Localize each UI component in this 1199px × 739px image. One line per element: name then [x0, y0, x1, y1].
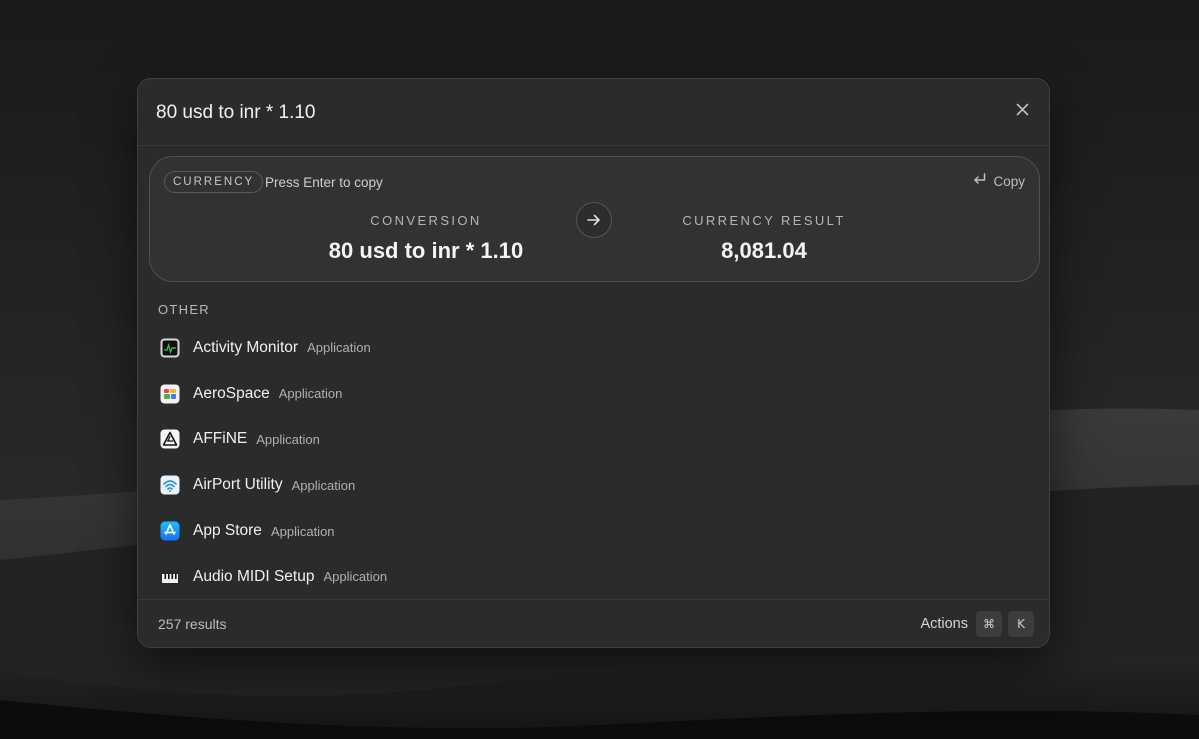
activity-monitor-icon [160, 338, 180, 358]
item-name: AeroSpace [193, 384, 270, 402]
copy-label: Copy [993, 173, 1025, 189]
list-item[interactable]: App Store Application [138, 508, 1049, 554]
conversion-value: 80 usd to inr * 1.10 [328, 238, 524, 263]
list-item[interactable]: AeroSpace Application [138, 371, 1049, 417]
list-item[interactable]: AFFiNE Application [138, 417, 1049, 463]
actions-button[interactable]: Actions ⌘ K [920, 611, 1034, 637]
item-name: AirPort Utility [193, 476, 283, 494]
return-icon [972, 173, 987, 189]
copy-button[interactable]: Copy [972, 173, 1025, 189]
search-bar [138, 79, 1049, 146]
list-item[interactable]: AirPort Utility Application [138, 462, 1049, 508]
arrow-right-icon [576, 202, 612, 238]
search-input[interactable] [156, 100, 976, 126]
item-type: Application [323, 569, 388, 585]
footer-bar: 257 results Actions ⌘ K [138, 599, 1049, 647]
aerospace-icon [160, 384, 180, 404]
affine-icon [160, 429, 180, 449]
app-store-icon [160, 521, 180, 541]
list-item[interactable]: Audio MIDI Setup Application [138, 554, 1049, 600]
close-button[interactable] [1011, 101, 1033, 123]
item-type: Application [291, 477, 356, 493]
result-column: CURRENCY RESULT 8,081.04 [614, 213, 914, 264]
item-type: Application [278, 386, 343, 402]
result-count: 257 results [158, 616, 227, 632]
conversion-column: CONVERSION 80 usd to inr * 1.10 [276, 213, 576, 264]
close-icon [1016, 103, 1029, 121]
item-type: Application [307, 340, 371, 356]
result-value: 8,081.04 [721, 238, 807, 263]
item-name: AFFiNE [193, 430, 248, 448]
airport-utility-icon [160, 475, 180, 495]
conversion-label: CONVERSION [370, 213, 482, 228]
item-name: App Store [193, 522, 262, 540]
copy-hint: Press Enter to copy [265, 175, 383, 190]
result-list: Activity Monitor Application AeroSpace A… [138, 325, 1049, 600]
currency-tag: CURRENCY [164, 171, 264, 193]
item-name: Audio MIDI Setup [193, 567, 315, 585]
k-key: K [1008, 611, 1034, 637]
item-type: Application [270, 523, 335, 539]
item-name: Activity Monitor [193, 338, 299, 356]
result-label: CURRENCY RESULT [682, 213, 846, 228]
command-key-icon: ⌘ [976, 611, 1002, 637]
audio-midi-setup-icon [160, 567, 180, 587]
section-header-other: OTHER [158, 302, 210, 317]
currency-result-card[interactable]: CURRENCY Press Enter to copy Copy CONVER… [149, 156, 1040, 282]
actions-label: Actions [920, 616, 968, 632]
launcher-window: CURRENCY Press Enter to copy Copy CONVER… [137, 78, 1050, 648]
list-item[interactable]: Activity Monitor Application [138, 325, 1049, 371]
item-type: Application [256, 431, 320, 447]
